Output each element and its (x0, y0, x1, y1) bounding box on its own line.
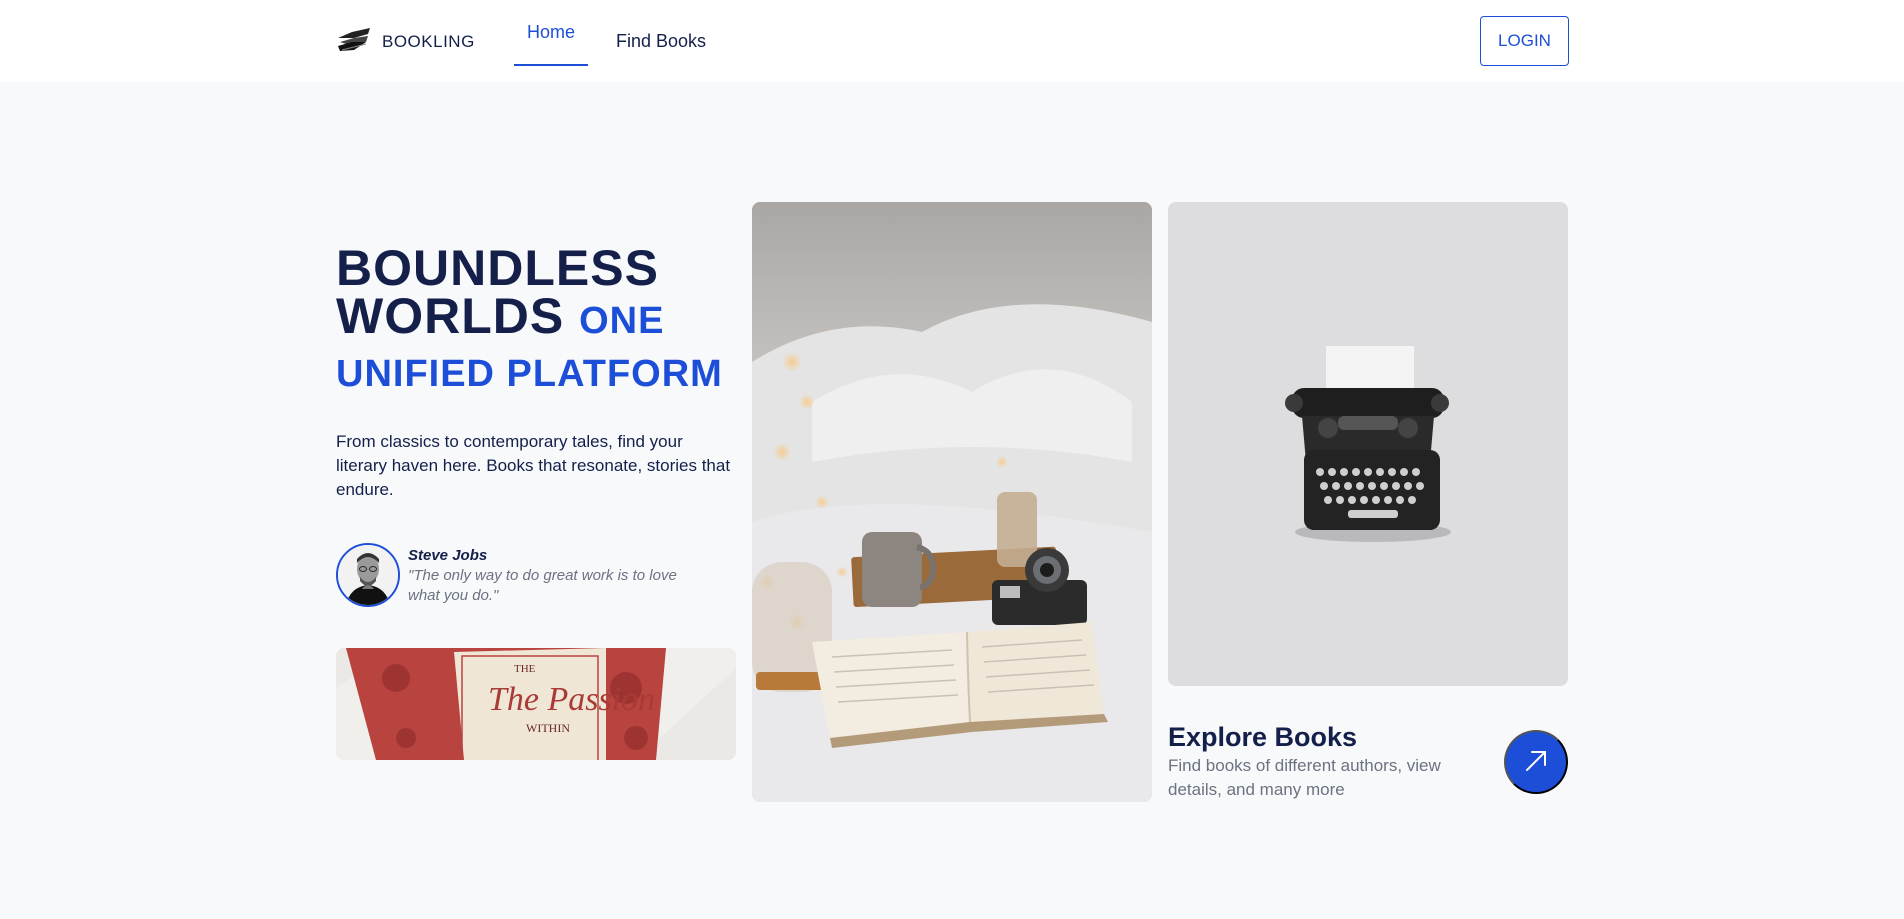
hero-title: BOUNDLESS WORLDS ONE UNIFIED PLATFORM (336, 243, 736, 398)
explore-books-title: Explore Books (1168, 722, 1358, 752)
hero-title-accent1: ONE (579, 300, 665, 342)
hero-title-accent2: UNIFIED PLATFORM (336, 353, 723, 395)
cozy-bed-reading-image (752, 202, 1152, 802)
nav-home-link[interactable]: Home (514, 0, 588, 66)
arrow-up-right-icon (1523, 748, 1549, 777)
small-book-title: The Passion (488, 681, 655, 718)
hero-title-line2: WORLDS (336, 288, 565, 344)
small-book-subtitle: WITHIN (526, 721, 570, 735)
typewriter-image (1168, 202, 1568, 686)
nav-find-books-link[interactable]: Find Books (616, 0, 706, 82)
brand-name: BOOKLING (382, 31, 475, 51)
book-image-card: THE The Passion WITHIN (336, 648, 736, 760)
explore-books-description: Find books of different authors, view de… (1168, 756, 1441, 799)
hero-description: From classics to contemporary tales, fin… (336, 432, 731, 499)
quote-text: "The only way to do great work is to lov… (408, 567, 677, 604)
top-navbar: BOOKLING Home Find Books LOGIN (0, 0, 1904, 82)
small-book-the: THE (514, 663, 536, 675)
quote-author: Steve Jobs (408, 547, 488, 564)
avatar (336, 543, 400, 607)
login-button[interactable]: LOGIN (1480, 16, 1569, 66)
quote-block: Steve Jobs "The only way to do great wor… (336, 543, 736, 607)
book-logo-icon (336, 24, 372, 59)
explore-books-button[interactable] (1504, 730, 1568, 794)
brand[interactable]: BOOKLING (336, 24, 475, 59)
